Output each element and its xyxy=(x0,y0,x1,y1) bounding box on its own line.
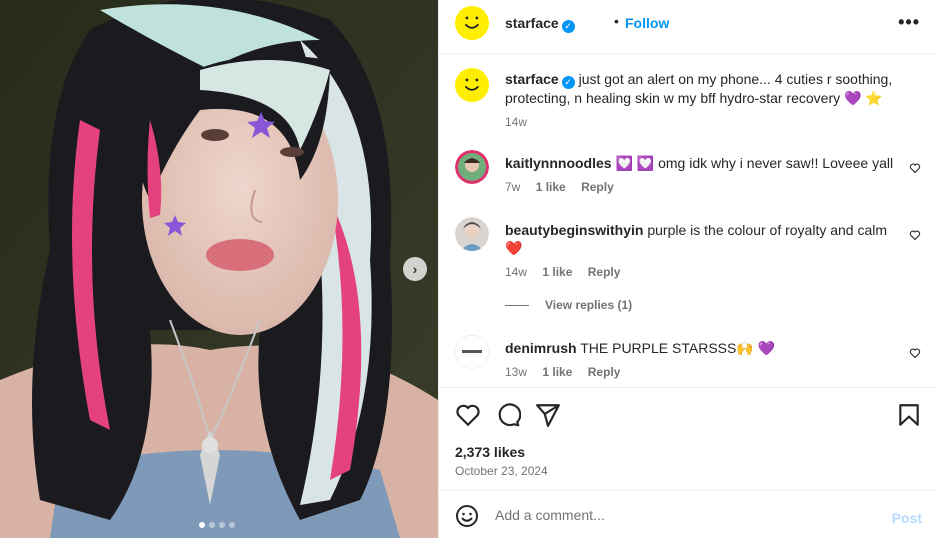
view-replies-button[interactable]: View replies (1) xyxy=(505,298,632,312)
bookmark-icon[interactable] xyxy=(896,402,922,428)
follow-button[interactable]: Follow xyxy=(625,15,669,31)
caption-time[interactable]: 14w xyxy=(505,115,527,129)
caption-body: starface ✓ just got an alert on my phone.… xyxy=(505,70,905,131)
comment-body: denimrush THE PURPLE STARSSS🙌 💜 13w 1 li… xyxy=(505,339,895,381)
comment-likes[interactable]: 1 like xyxy=(536,180,566,194)
caption-username[interactable]: starface xyxy=(505,71,559,87)
heart-icon[interactable] xyxy=(909,162,921,174)
comment-icon[interactable] xyxy=(495,402,521,428)
smiley-logo-icon xyxy=(465,16,479,29)
verified-badge-icon: ✓ xyxy=(561,20,575,33)
carousel-dot xyxy=(199,522,205,528)
comment-text: THE PURPLE STARSSS🙌 💜 xyxy=(580,340,776,356)
post-photo xyxy=(0,0,438,538)
share-icon[interactable] xyxy=(535,402,561,428)
comment-meta: 14w 1 like Reply xyxy=(505,263,895,281)
reply-button[interactable]: Reply xyxy=(581,180,614,194)
avatar-image xyxy=(455,217,489,251)
comment-time[interactable]: 13w xyxy=(505,365,527,379)
heart-icon[interactable] xyxy=(909,347,921,359)
post-details-panel: starface ✓ • Follow ••• starface ✓ just go… xyxy=(438,0,935,538)
author-username[interactable]: starface ✓ xyxy=(505,15,575,33)
heart-icon[interactable] xyxy=(455,402,481,428)
post-header: starface ✓ • Follow ••• xyxy=(439,0,935,54)
caption-avatar[interactable] xyxy=(455,68,489,102)
comment-meta: 7w 1 like Reply xyxy=(505,178,895,196)
separator-dot: • xyxy=(614,13,619,29)
comment-body: beautybeginswithyin purple is the colour… xyxy=(505,221,895,281)
likes-count[interactable]: 2,373 likes xyxy=(455,444,525,460)
verified-badge-icon: ✓ xyxy=(561,76,575,89)
post-date: October 23, 2024 xyxy=(455,464,548,478)
comment-time[interactable]: 7w xyxy=(505,180,520,194)
view-replies-label: View replies (1) xyxy=(545,298,633,312)
more-options-icon[interactable]: ••• xyxy=(898,12,920,33)
comment-username[interactable]: denimrush xyxy=(505,340,577,356)
carousel-dot xyxy=(229,522,235,528)
caption-meta: 14w xyxy=(505,113,905,131)
comment-input[interactable] xyxy=(495,504,875,526)
post-comment-button[interactable]: Post xyxy=(892,510,922,526)
avatar-image xyxy=(455,150,489,184)
post-media[interactable]: › xyxy=(0,0,438,538)
author-avatar[interactable] xyxy=(455,6,489,40)
caption-text: just got an alert on my phone... 4 cutie… xyxy=(505,71,893,106)
heart-icon[interactable] xyxy=(909,229,921,241)
action-bar: 2,373 likes October 23, 2024 xyxy=(439,387,935,491)
comment-avatar[interactable] xyxy=(455,335,489,369)
next-image-button[interactable]: › xyxy=(403,257,427,281)
comment-time[interactable]: 14w xyxy=(505,265,527,279)
smiley-logo-icon xyxy=(465,78,479,91)
comment-avatar[interactable] xyxy=(455,150,489,184)
divider-line xyxy=(505,304,529,306)
reply-button[interactable]: Reply xyxy=(588,365,621,379)
carousel-dot xyxy=(209,522,215,528)
add-comment-bar: Post xyxy=(439,491,935,538)
emoji-icon[interactable] xyxy=(455,504,479,528)
comment-body: kaitlynnnoodles 💟 💟 omg idk why i never … xyxy=(505,154,895,196)
comment-meta: 13w 1 like Reply xyxy=(505,363,895,381)
carousel-dot xyxy=(219,522,225,528)
chevron-right-icon: › xyxy=(412,261,418,277)
avatar-image xyxy=(456,336,488,368)
reply-button[interactable]: Reply xyxy=(588,265,621,279)
author-username-text[interactable]: starface xyxy=(505,15,559,31)
comment-text: 💟 💟 omg idk why i never saw!! Loveee yal… xyxy=(615,155,894,171)
comment-username[interactable]: beautybeginswithyin xyxy=(505,222,643,238)
comment-username[interactable]: kaitlynnnoodles xyxy=(505,155,612,171)
comment-likes[interactable]: 1 like xyxy=(542,365,572,379)
post-modal: › starface ✓ • Follow ••• starface ✓ jus… xyxy=(0,0,935,538)
comment-likes[interactable]: 1 like xyxy=(542,265,572,279)
carousel-indicator xyxy=(199,522,235,528)
comment-avatar[interactable] xyxy=(455,217,489,251)
